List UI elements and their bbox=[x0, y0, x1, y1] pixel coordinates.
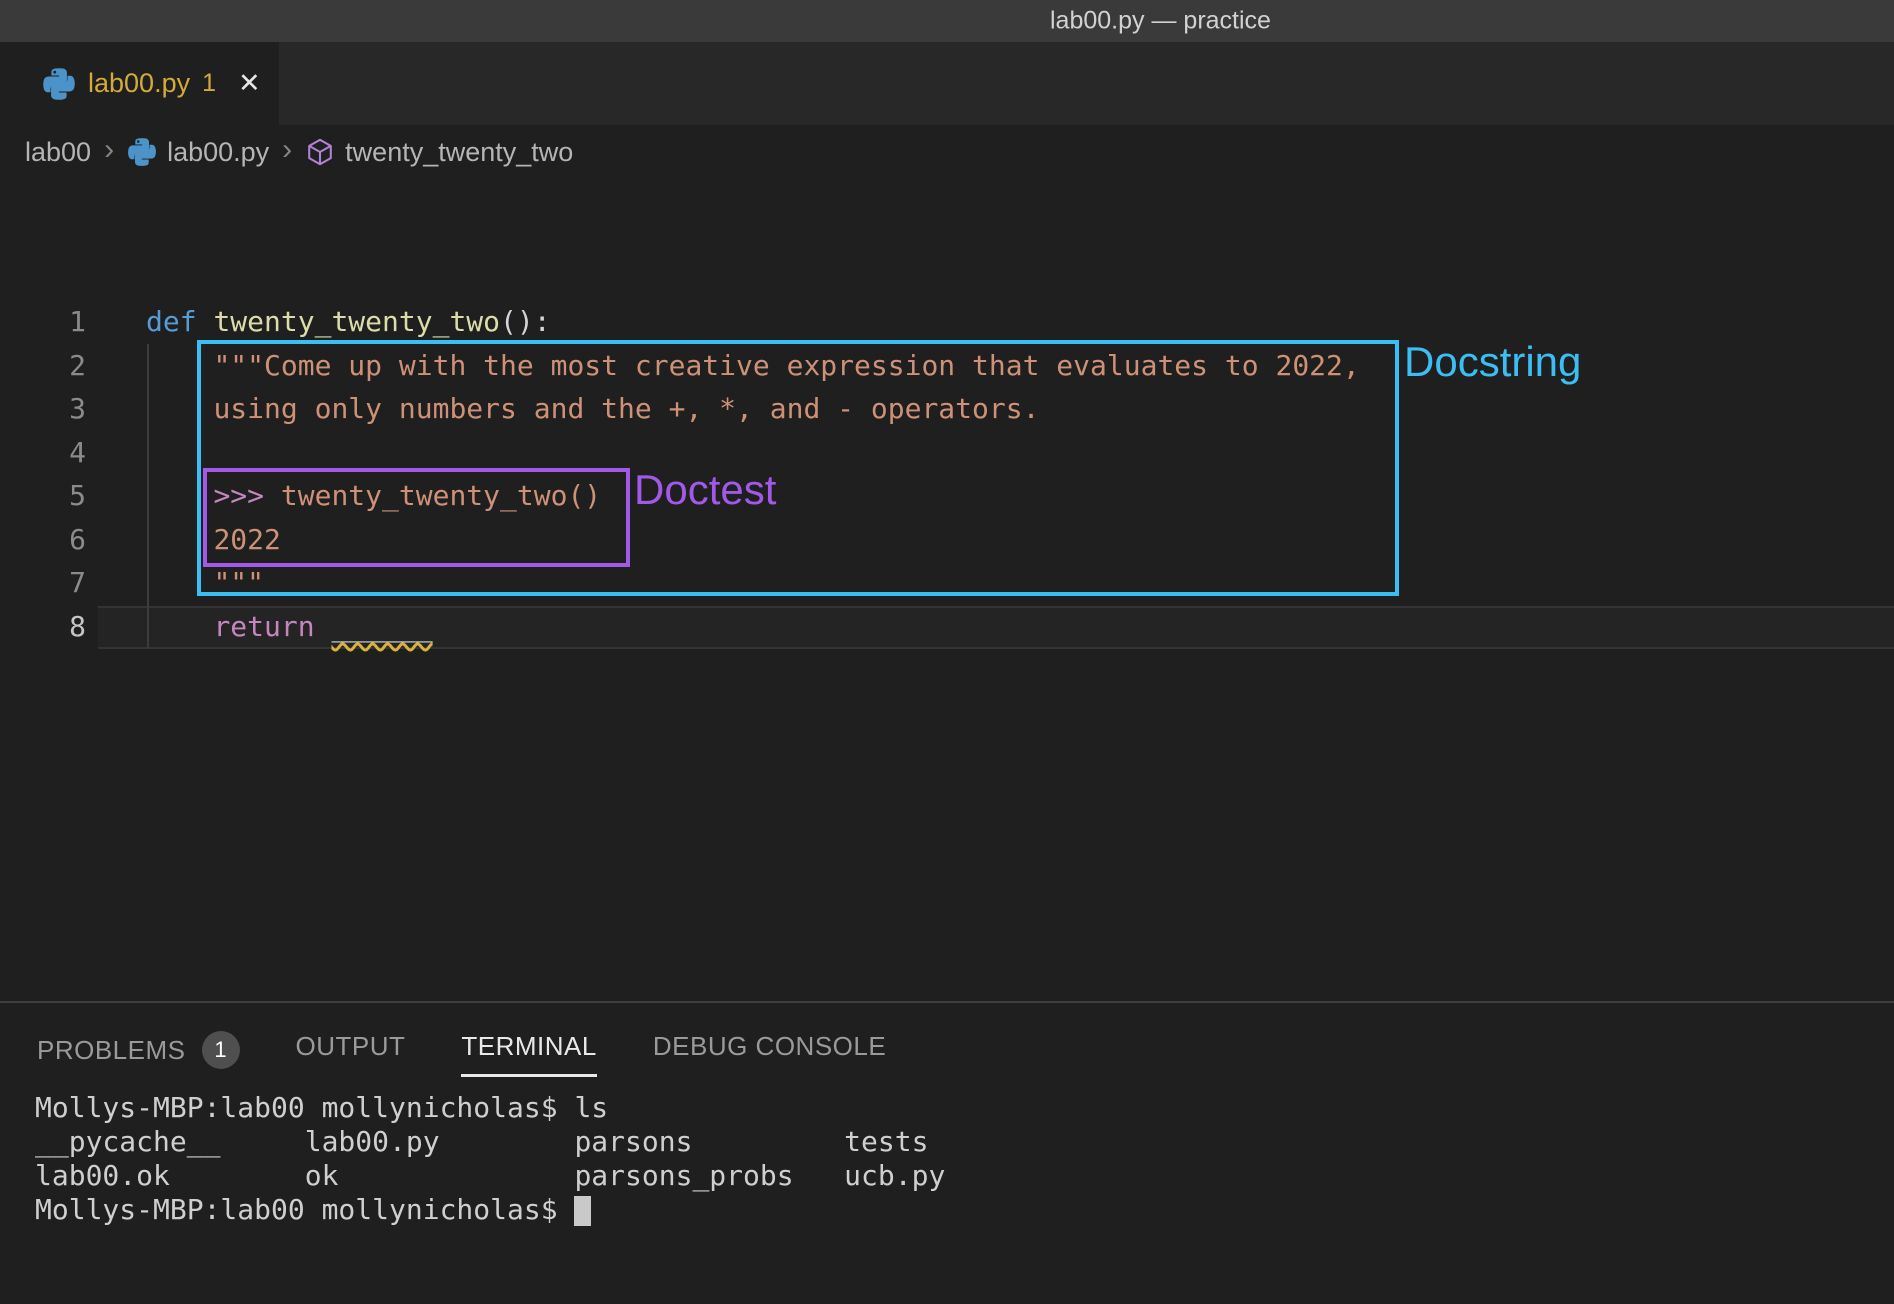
line-number: 6 bbox=[0, 518, 86, 562]
code-text: def twenty_twenty_two(): bbox=[146, 300, 551, 344]
terminal-output[interactable]: Mollys-MBP:lab00 mollynicholas$ ls__pyca… bbox=[35, 1091, 945, 1227]
panel-tab-bar: PROBLEMS 1 OUTPUT TERMINAL DEBUG CONSOLE bbox=[37, 1031, 886, 1084]
docstring-annotation-label: Docstring bbox=[1404, 338, 1581, 386]
panel-divider[interactable] bbox=[0, 1001, 1894, 1003]
panel-tab-terminal[interactable]: TERMINAL bbox=[461, 1031, 596, 1077]
line-number: 8 bbox=[0, 605, 86, 649]
tab-problem-count: 1 bbox=[202, 69, 216, 98]
terminal-line: lab00.ok ok parsons_probs ucb.py bbox=[35, 1159, 945, 1193]
panel-tab-label: OUTPUT bbox=[296, 1031, 406, 1062]
terminal-cursor bbox=[574, 1196, 591, 1226]
window-title: lab00.py — practice bbox=[1050, 7, 1271, 36]
tab-file-name: lab00.py bbox=[88, 68, 190, 99]
line-number: 5 bbox=[0, 474, 86, 518]
line-number: 7 bbox=[0, 561, 86, 605]
python-icon bbox=[42, 67, 76, 101]
problems-count-badge: 1 bbox=[202, 1031, 240, 1069]
line-number: 4 bbox=[0, 431, 86, 475]
code-line-8[interactable]: 8 return ______ bbox=[0, 605, 1894, 649]
window-titlebar[interactable]: lab00.py — practice bbox=[0, 0, 1894, 42]
tab-bar: lab00.py 1 ✕ bbox=[0, 42, 1894, 125]
doctest-annotation-box bbox=[203, 468, 630, 567]
line-number: 2 bbox=[0, 344, 86, 388]
code-text: return ______ bbox=[146, 605, 433, 649]
panel-tab-label: TERMINAL bbox=[461, 1031, 596, 1062]
close-icon[interactable]: ✕ bbox=[238, 68, 261, 99]
panel-tab-label: DEBUG CONSOLE bbox=[653, 1031, 886, 1062]
panel-tab-problems[interactable]: PROBLEMS 1 bbox=[37, 1031, 240, 1084]
panel-tab-output[interactable]: OUTPUT bbox=[296, 1031, 406, 1077]
code-editor[interactable]: 1def twenty_twenty_two():2 """Come up wi… bbox=[0, 125, 1894, 1001]
terminal-line: __pycache__ lab00.py parsons tests bbox=[35, 1125, 945, 1159]
terminal-line: Mollys-MBP:lab00 mollynicholas$ bbox=[35, 1193, 945, 1227]
tab-lab00py[interactable]: lab00.py 1 ✕ bbox=[0, 42, 279, 125]
terminal-line: Mollys-MBP:lab00 mollynicholas$ ls bbox=[35, 1091, 945, 1125]
line-number: 1 bbox=[0, 300, 86, 344]
doctest-annotation-label: Doctest bbox=[634, 466, 776, 514]
line-number: 3 bbox=[0, 387, 86, 431]
panel-tab-label: PROBLEMS bbox=[37, 1035, 186, 1066]
code-line-1[interactable]: 1 def twenty_twenty_two(): bbox=[0, 300, 1894, 344]
panel-tab-debug-console[interactable]: DEBUG CONSOLE bbox=[653, 1031, 886, 1077]
